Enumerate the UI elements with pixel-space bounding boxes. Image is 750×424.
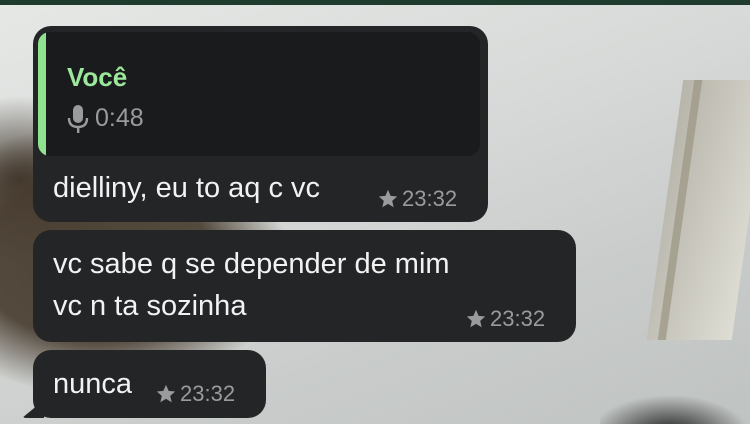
message-time: 23:32 <box>180 381 236 406</box>
message-text-line: vc sabe q se depender de mim <box>53 248 450 280</box>
star-icon <box>378 189 398 208</box>
message-time: 23:32 <box>490 306 546 331</box>
reply-accent-bar <box>38 32 46 156</box>
voice-note-duration: 0:48 <box>95 104 144 132</box>
message-bubble[interactable]: nunca 23:32 <box>33 350 266 418</box>
message-meta: 23:32 <box>465 306 545 332</box>
star-icon <box>156 384 176 403</box>
quoted-reply[interactable]: Você 0:48 <box>38 32 480 156</box>
header-edge <box>0 0 750 5</box>
reply-author: Você <box>67 62 128 92</box>
message-time: 23:32 <box>402 186 458 211</box>
message-bubble[interactable]: Você 0:48 dielliny, eu to aq c vc 23:32 <box>33 26 488 222</box>
message-text: nunca <box>53 368 133 400</box>
message-text-line: vc n ta sozinha <box>53 290 247 322</box>
message-meta: 23:32 <box>155 381 235 407</box>
star-icon <box>466 309 486 328</box>
message-meta: 23:32 <box>377 186 457 212</box>
microphone-icon <box>67 105 89 133</box>
wallpaper-detail <box>600 395 750 424</box>
message-text: dielliny, eu to aq c vc <box>53 172 321 204</box>
message-bubble[interactable]: vc sabe q se depender de mim vc n ta soz… <box>33 230 576 342</box>
